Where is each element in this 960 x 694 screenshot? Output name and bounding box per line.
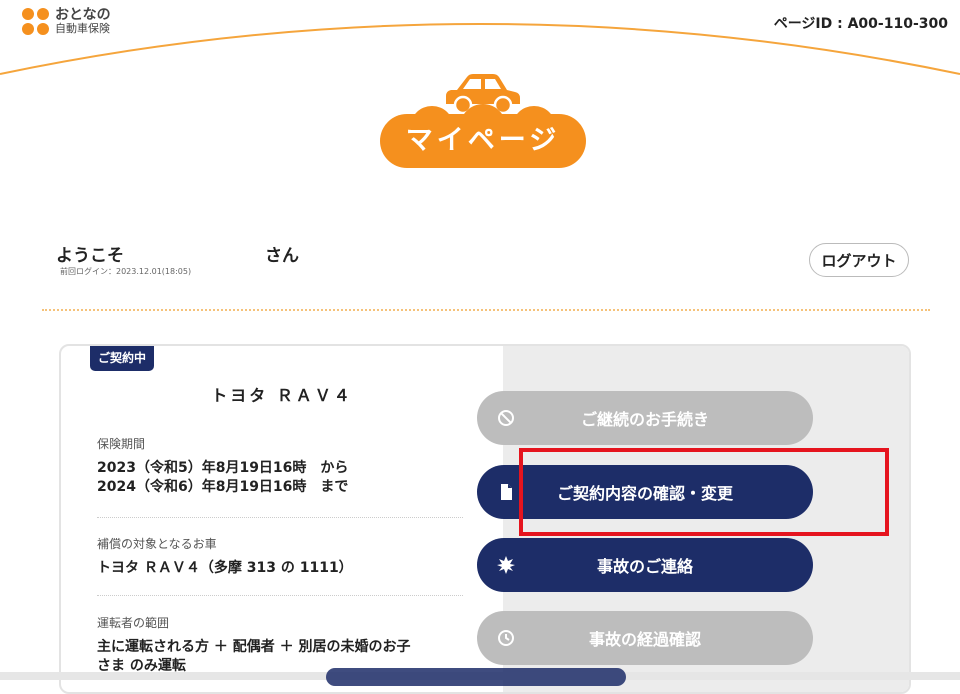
vehicle-value: トヨタ ＲＡＶ４（多摩 313 の 1111） [97,560,353,576]
mypage-title: マイページ [405,125,561,156]
vehicle-label: 補償の対象となるお車 [97,537,217,551]
field-separator [97,517,463,518]
alert-burst-icon [497,556,515,574]
accident-status-label: 事故の経過確認 [588,630,701,649]
document-icon [501,484,512,500]
accident-report-label: 事故のご連絡 [596,557,693,576]
logo-main-text: おとなの [55,7,111,24]
last-login-text: 前回ログイン：2023.12.01(18:05) [60,267,192,276]
welcome-text: ようこそ [56,246,124,266]
page-id: ページID : A00-110-300 [773,16,948,32]
divider [42,309,930,311]
period-label: 保険期間 [97,437,146,451]
clock-icon [498,630,514,646]
period-to: 2024（令和6）年8月19日16時 まで [97,479,349,495]
welcome-suffix: さん [265,246,299,266]
renewal-button-label: ご継続のお手続き [580,410,709,429]
driver-label: 運転者の範囲 [97,616,170,630]
period-from: 2023（令和5）年8月19日16時 から [97,460,349,476]
accident-report-button[interactable]: 事故のご連絡 [477,538,813,592]
logout-button[interactable]: ログアウト [809,243,909,277]
car-name: トヨタ ＲＡＶ４ [211,386,353,405]
block-icon [498,410,514,426]
renewal-button[interactable]: ご継続のお手続き [477,391,813,445]
logo-mark-icon [22,8,49,35]
logo-sub-text: 自動車保険 [55,22,110,36]
status-badge: ご契約中 [90,346,155,371]
highlight-box [519,448,889,536]
bottom-partial-button[interactable] [326,668,626,686]
mypage-badge: マイページ [380,104,586,168]
accident-status-button[interactable]: 事故の経過確認 [477,611,813,665]
brand-logo[interactable]: おとなの 自動車保険 [22,8,111,35]
driver-line-1: 主に運転される方 ＋ 配偶者 ＋ 別居の未婚のお子 [97,639,411,655]
field-separator [97,595,463,596]
